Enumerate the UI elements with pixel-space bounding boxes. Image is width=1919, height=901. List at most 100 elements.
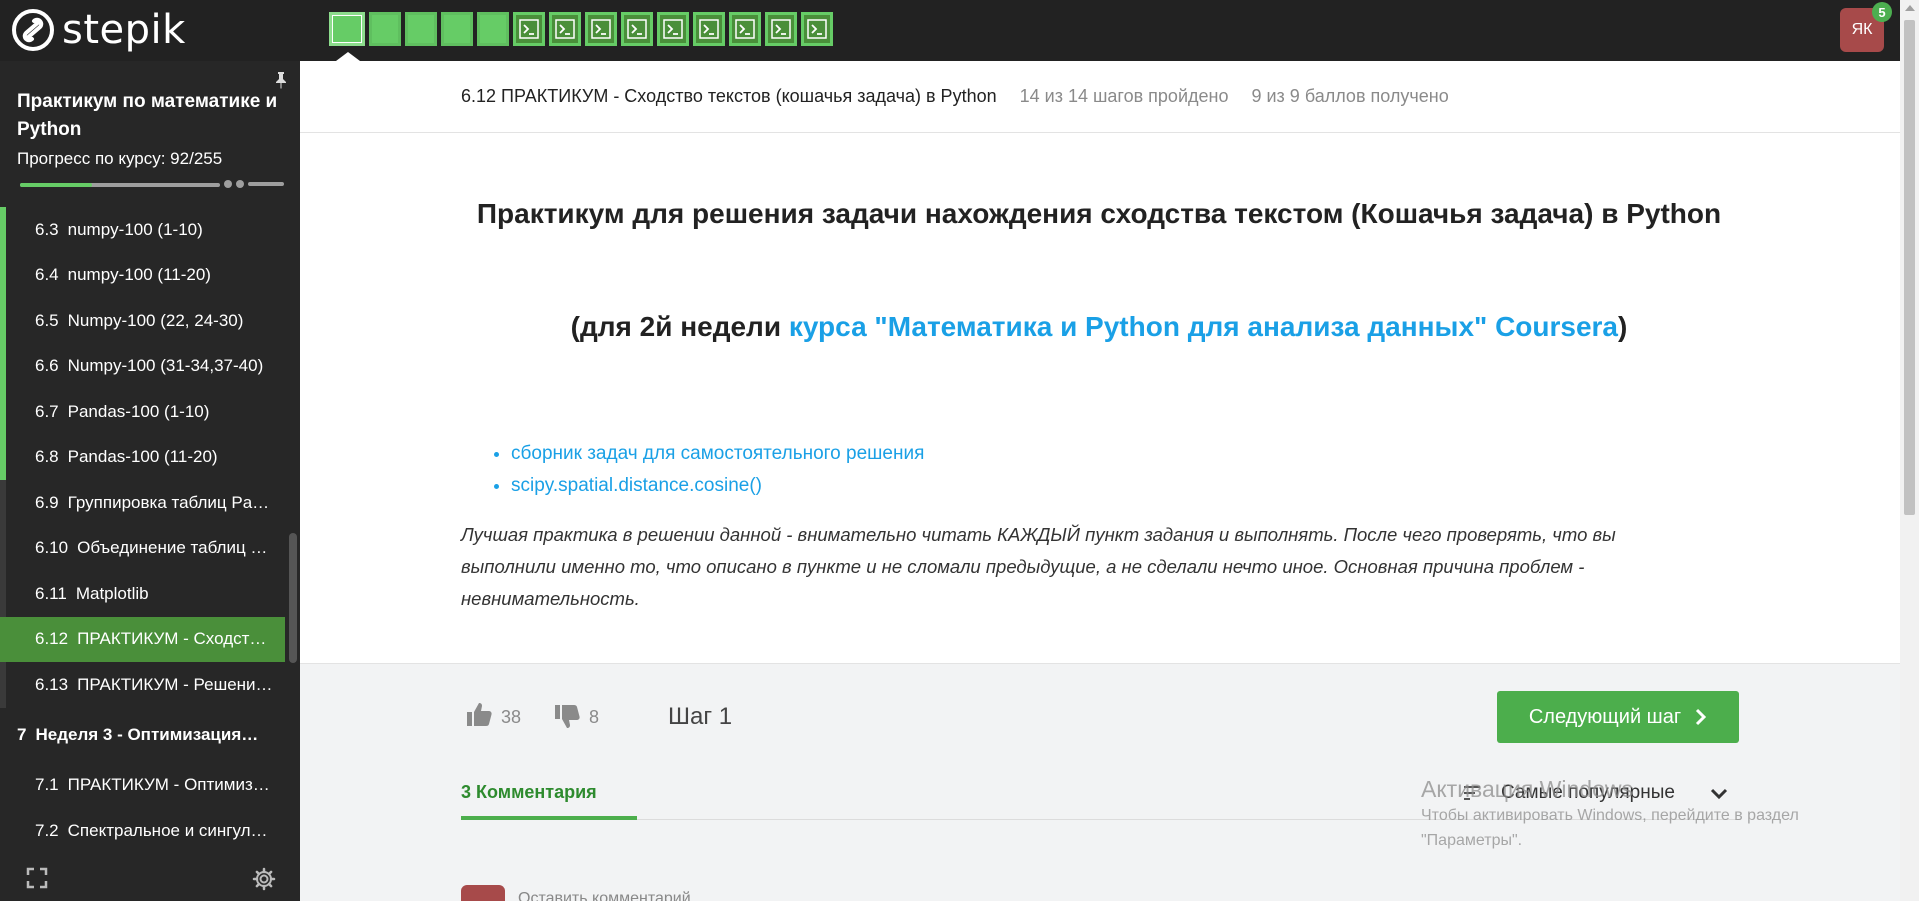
lesson-title: Неделя 3 - Оптимизация… (35, 725, 259, 744)
lesson-number: 6.6 (35, 356, 59, 376)
page-scrollbar[interactable] (1900, 0, 1919, 901)
practice-note: Лучшая практика в решении данной - внима… (461, 524, 1616, 609)
course-progress-label: Прогресс по курсу: 92/255 (17, 149, 223, 168)
lesson-number: 6.5 (35, 310, 59, 330)
subtitle-suffix: ) (1618, 311, 1628, 342)
lesson-number: 7.1 (35, 775, 59, 795)
top-bar: stepik ЯК 5 (0, 0, 1900, 61)
stepik-logo-icon (12, 9, 54, 51)
lesson-title: ПРАКТИКУМ - Решени… (77, 674, 273, 694)
sidebar-lesson-item[interactable]: 6.5 Numpy-100 (22, 24-30) (0, 298, 285, 344)
pin-icon[interactable] (272, 71, 290, 89)
gear-icon[interactable] (252, 867, 276, 891)
lesson-number: 7.2 (35, 820, 59, 840)
step-9-code[interactable] (621, 12, 653, 46)
sidebar-lesson-item[interactable]: 6.8 Pandas-100 (11-20) (0, 434, 285, 481)
sidebar-lesson-item[interactable]: 6.13 ПРАКТИКУМ - Решени… (0, 662, 285, 708)
step-5-text[interactable] (477, 12, 509, 46)
lesson-number: 6.11 (35, 583, 67, 603)
progress-dot (224, 180, 232, 188)
next-step-label: Следующий шаг (1528, 705, 1682, 728)
watermark-title: Активация Windows (1421, 776, 1633, 802)
sidebar-lesson-item[interactable]: 6.10 Объединение таблиц … (0, 525, 285, 572)
fullscreen-icon[interactable] (26, 867, 48, 889)
lesson-header-title[interactable]: 6.12 ПРАКТИКУМ - Сходство текстов (кошач… (461, 86, 997, 106)
progress-extra (224, 180, 284, 188)
resource-links: сборник задач для самостоятельного решен… (511, 438, 924, 502)
step-8-code[interactable] (585, 12, 617, 46)
active-step-caret (336, 52, 360, 61)
scroll-up-arrow-icon[interactable] (1905, 5, 1915, 11)
progress-dot (236, 180, 244, 188)
step-12-code[interactable] (729, 12, 761, 46)
lesson-title: Pandas-100 (1-10) (67, 401, 210, 421)
next-step-button[interactable]: Следующий шаг (1497, 691, 1739, 743)
step-2-text[interactable] (369, 12, 401, 46)
lesson-number: 6.9 (35, 492, 59, 512)
terminal-icon (735, 19, 755, 39)
step-7-code[interactable] (549, 12, 581, 46)
step-13-code[interactable] (765, 12, 797, 46)
lesson-title: numpy-100 (11-20) (67, 265, 211, 285)
sidebar-lesson-item[interactable]: 7.1 ПРАКТИКУМ - Оптимиз… (0, 763, 285, 809)
lesson-title: ПРАКТИКУМ - Сходст… (77, 629, 267, 649)
terminal-icon (627, 19, 647, 39)
sidebar-lesson-item[interactable]: 6.9 Группировка таблиц Pa… (0, 480, 285, 526)
thumbs-up-icon[interactable] (465, 700, 493, 728)
step-title: Практикум для решения задачи нахождения … (476, 198, 1722, 229)
terminal-icon (663, 19, 683, 39)
dislike-count: 8 (589, 707, 600, 727)
comment-input-placeholder[interactable]: Оставить комментарий (518, 890, 691, 901)
lesson-list: 6.3 numpy-100 (1-10) 6.4 numpy-100 (11-20) 6… (0, 207, 285, 854)
sidebar-lesson-item[interactable]: 6.12 ПРАКТИКУМ - Сходст… (0, 616, 285, 662)
sidebar-module[interactable]: 7 Неделя 3 - Оптимизация… (0, 708, 285, 763)
terminal-icon (699, 19, 719, 39)
lesson-number: 6.3 (35, 219, 59, 239)
terminal-icon (771, 19, 791, 39)
thumbs-down-icon[interactable] (553, 703, 581, 731)
tasks-collection-link[interactable]: сборник задач для самостоятельного решен… (511, 443, 924, 464)
lesson-number: 6.8 (35, 447, 59, 467)
step-3-text[interactable] (405, 12, 437, 46)
step-navigation (329, 12, 833, 46)
lesson-number: 6.7 (35, 401, 59, 421)
page-scroll-thumb[interactable] (1904, 20, 1915, 515)
list-item: scipy.spatial.distance.cosine() (511, 470, 924, 502)
sidebar-scrollbar[interactable] (289, 533, 297, 663)
sidebar-lesson-item[interactable]: 7.2 Спектральное и сингул… (0, 808, 285, 854)
step-number-label: Шаг 1 (668, 703, 733, 730)
sidebar-lesson-item[interactable]: 6.11 Matplotlib (0, 571, 285, 617)
tab-comments[interactable]: 3 Комментария (461, 782, 597, 803)
like-count: 38 (501, 707, 522, 727)
step-10-code[interactable] (657, 12, 689, 46)
terminal-icon (591, 19, 611, 39)
lesson-title: Numpy-100 (31-34,37-40) (67, 356, 264, 376)
sidebar-lesson-item[interactable]: 6.4 numpy-100 (11-20) (0, 252, 285, 299)
sidebar-lesson-item[interactable]: 6.3 numpy-100 (1-10) (0, 207, 285, 253)
sidebar-lesson-item[interactable]: 6.6 Numpy-100 (31-34,37-40) (0, 343, 285, 390)
lesson-header-text: 6.12 ПРАКТИКУМ - Сходство текстов (кошач… (461, 86, 1449, 107)
lesson-title: Matplotlib (75, 583, 149, 603)
sidebar-lesson-item[interactable]: 6.7 Pandas-100 (1-10) (0, 389, 285, 435)
step-6-code[interactable] (513, 12, 545, 46)
windows-activation-watermark: Активация Windows Чтобы активировать Win… (1421, 776, 1861, 853)
terminal-icon (519, 19, 539, 39)
notification-badge[interactable]: 5 (1872, 2, 1892, 22)
lesson-number: 7 (17, 725, 27, 744)
lesson-title: numpy-100 (1-10) (67, 219, 203, 239)
lesson-number: 6.10 (35, 538, 69, 558)
lesson-title: Группировка таблиц Pa… (67, 492, 270, 512)
step-14-code[interactable] (801, 12, 833, 46)
lesson-number: 6.12 (35, 629, 69, 649)
lesson-number: 6.13 (35, 674, 69, 694)
terminal-icon (807, 19, 827, 39)
watermark-text: Чтобы активировать Windows, перейдите в … (1421, 807, 1799, 849)
step-4-text[interactable] (441, 12, 473, 46)
stepik-logo[interactable]: stepik (12, 7, 186, 53)
course-title[interactable]: Практикум по математике и Python (17, 88, 287, 144)
scipy-cosine-link[interactable]: scipy.spatial.distance.cosine() (511, 475, 762, 496)
step-11-code[interactable] (693, 12, 725, 46)
step-1-text[interactable] (329, 12, 365, 46)
coursera-course-link[interactable]: курса "Математика и Python для анализа д… (789, 311, 1618, 342)
lesson-title: ПРАКТИКУМ - Оптимиз… (67, 775, 270, 795)
